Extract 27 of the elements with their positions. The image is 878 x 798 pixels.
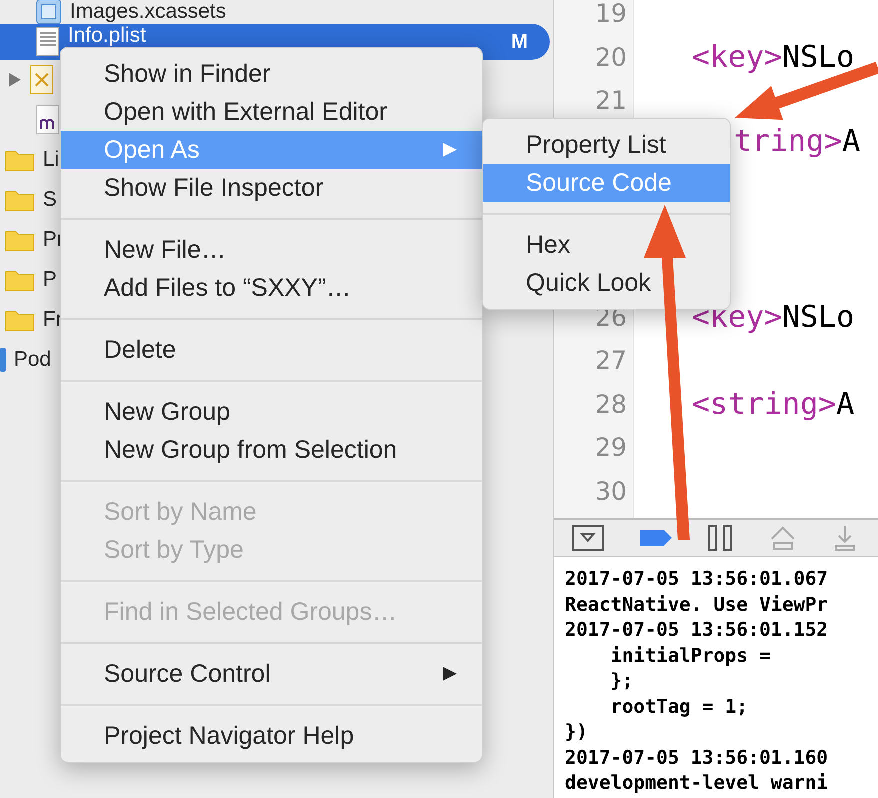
console-line: initialProps = xyxy=(610,644,772,668)
code-line: tring>A xyxy=(734,124,860,160)
console-line: }; xyxy=(610,669,635,694)
line-number: 27 xyxy=(595,346,627,376)
line-number: 19 xyxy=(595,0,627,28)
code-line: <key>NSLo xyxy=(692,300,855,335)
console-line: 2017-07-05 13:56:01.160 xyxy=(565,746,830,770)
console-line: 2017-07-05 13:56:01.067 xyxy=(565,567,830,592)
code-line: <key>NSLo xyxy=(692,40,855,75)
file-name: Images.xcassets xyxy=(70,0,226,24)
line-number: 20 xyxy=(595,42,627,72)
line-number: 29 xyxy=(595,433,627,462)
file-name: Li xyxy=(43,148,60,172)
file-name: Info.plist xyxy=(68,24,146,48)
file-name: S xyxy=(43,188,58,212)
console-line: 2017-07-05 13:56:01.152 xyxy=(565,618,830,643)
line-number: 21 xyxy=(595,86,627,115)
console-line: ReactNative. Use ViewPr xyxy=(565,592,830,618)
file-name: Pod xyxy=(14,348,52,372)
console-line: }) xyxy=(565,720,589,745)
console-line: rootTag = 1; xyxy=(610,694,750,720)
modified-label: M xyxy=(511,30,529,54)
code-line: <string>A xyxy=(692,386,855,422)
line-number: 30 xyxy=(595,476,627,506)
file-name: P xyxy=(43,268,58,292)
console-line: development-level warni xyxy=(565,771,830,796)
line-number: 28 xyxy=(595,390,627,419)
